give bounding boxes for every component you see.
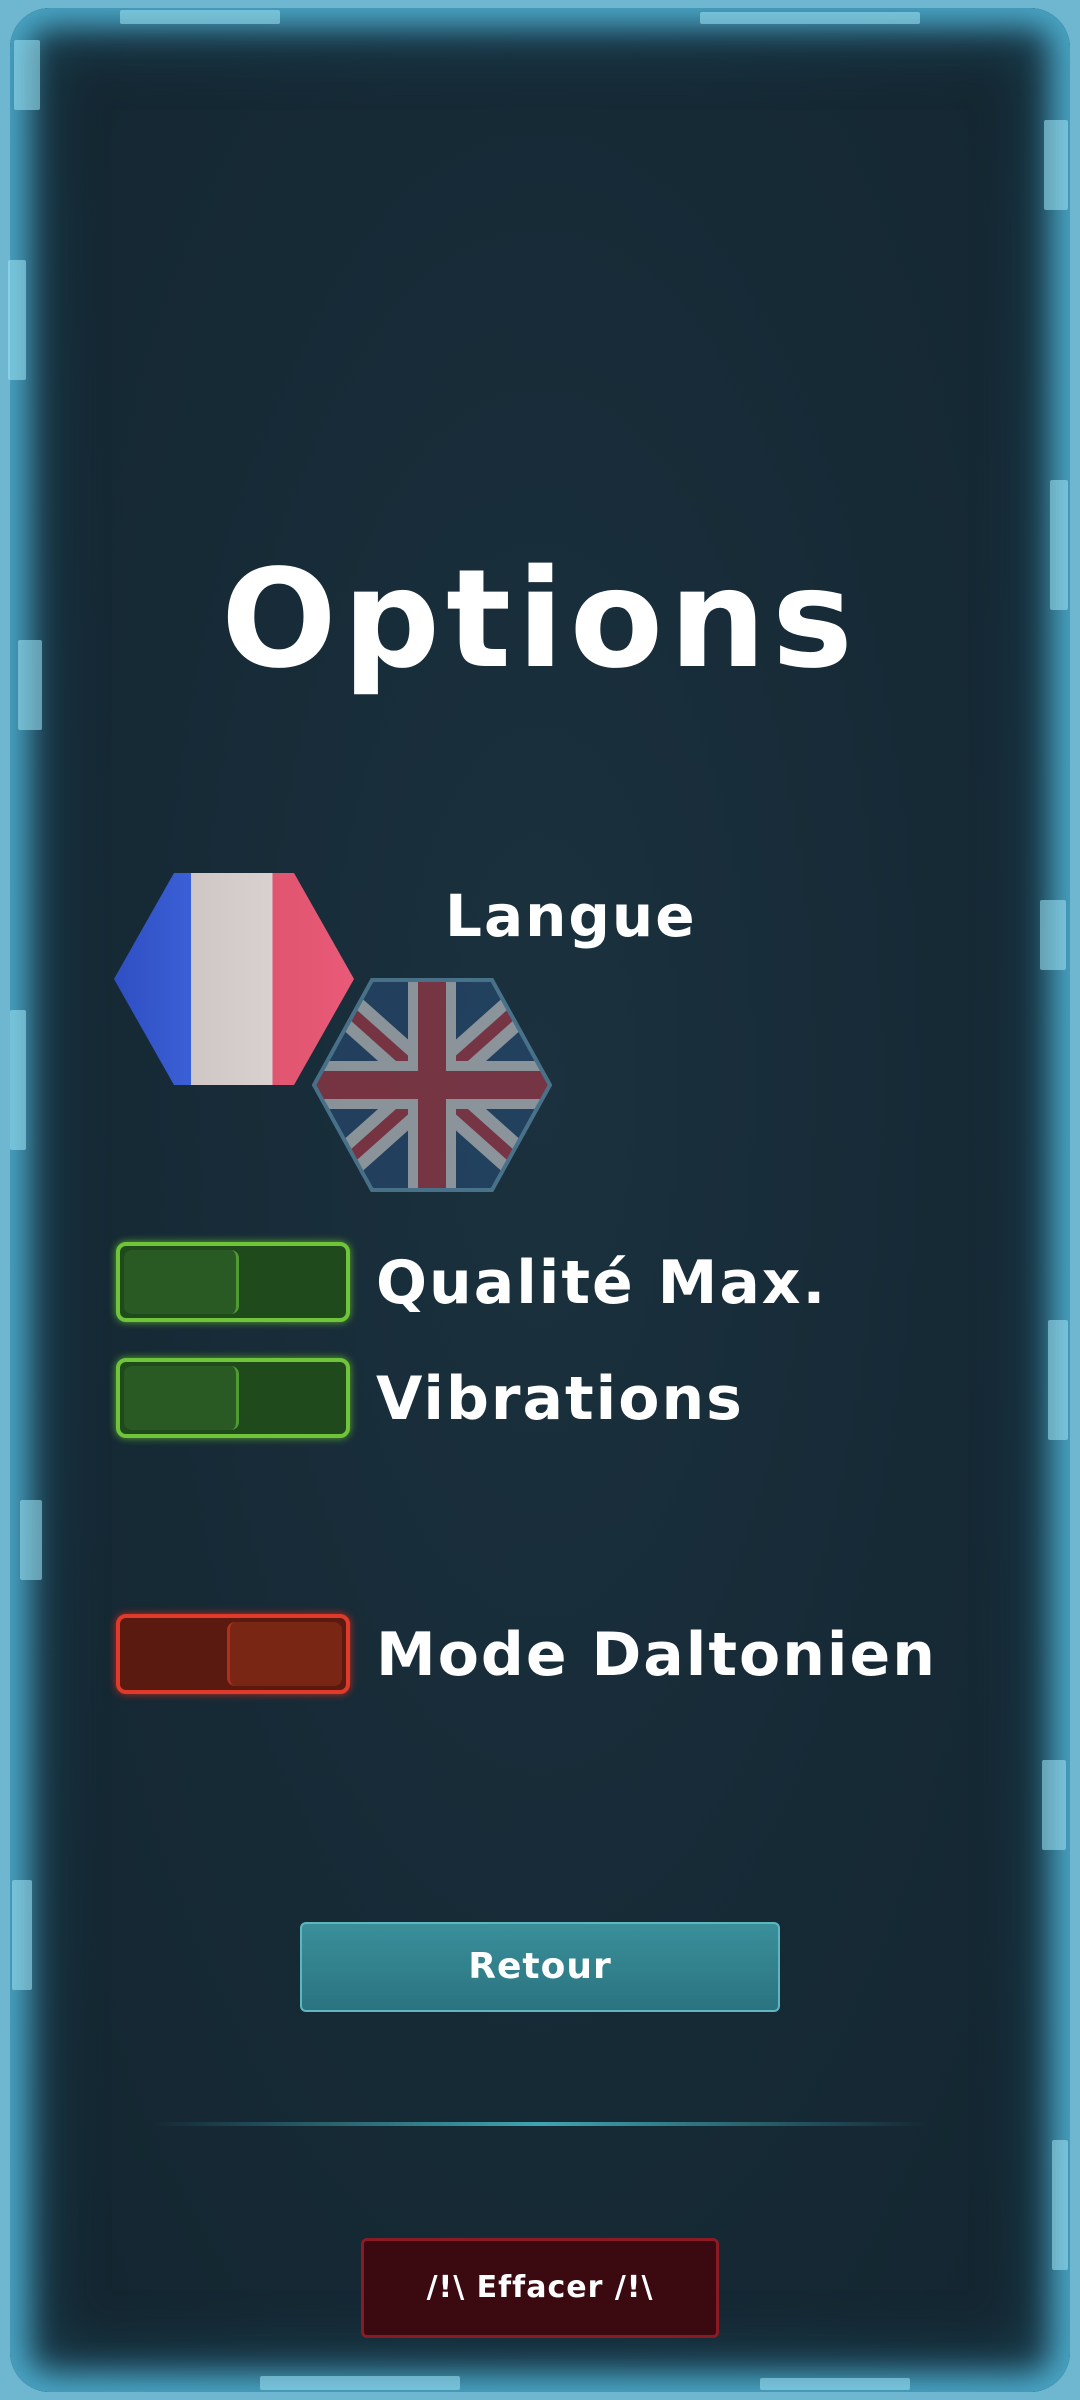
uk-flag-icon <box>312 978 552 1192</box>
toggle-knob <box>124 1250 239 1314</box>
page-title: Options <box>221 541 859 699</box>
uk-flag-button[interactable] <box>312 978 552 1192</box>
quality-toggle[interactable] <box>116 1242 350 1322</box>
language-label: Langue <box>445 882 697 950</box>
toggle-knob <box>227 1622 342 1686</box>
erase-data-button[interactable]: /!\ Effacer /!\ <box>361 2238 719 2338</box>
vibrations-label: Vibrations <box>376 1364 744 1434</box>
colorblind-toggle[interactable] <box>116 1614 350 1694</box>
toggle-knob <box>124 1366 239 1430</box>
colorblind-label: Mode Daltonien <box>376 1620 937 1690</box>
game-frame <box>0 0 1080 2400</box>
quality-label: Qualité Max. <box>376 1248 828 1318</box>
vibrations-toggle[interactable] <box>116 1358 350 1438</box>
back-button[interactable]: Retour <box>300 1922 780 2012</box>
divider <box>150 2122 930 2126</box>
